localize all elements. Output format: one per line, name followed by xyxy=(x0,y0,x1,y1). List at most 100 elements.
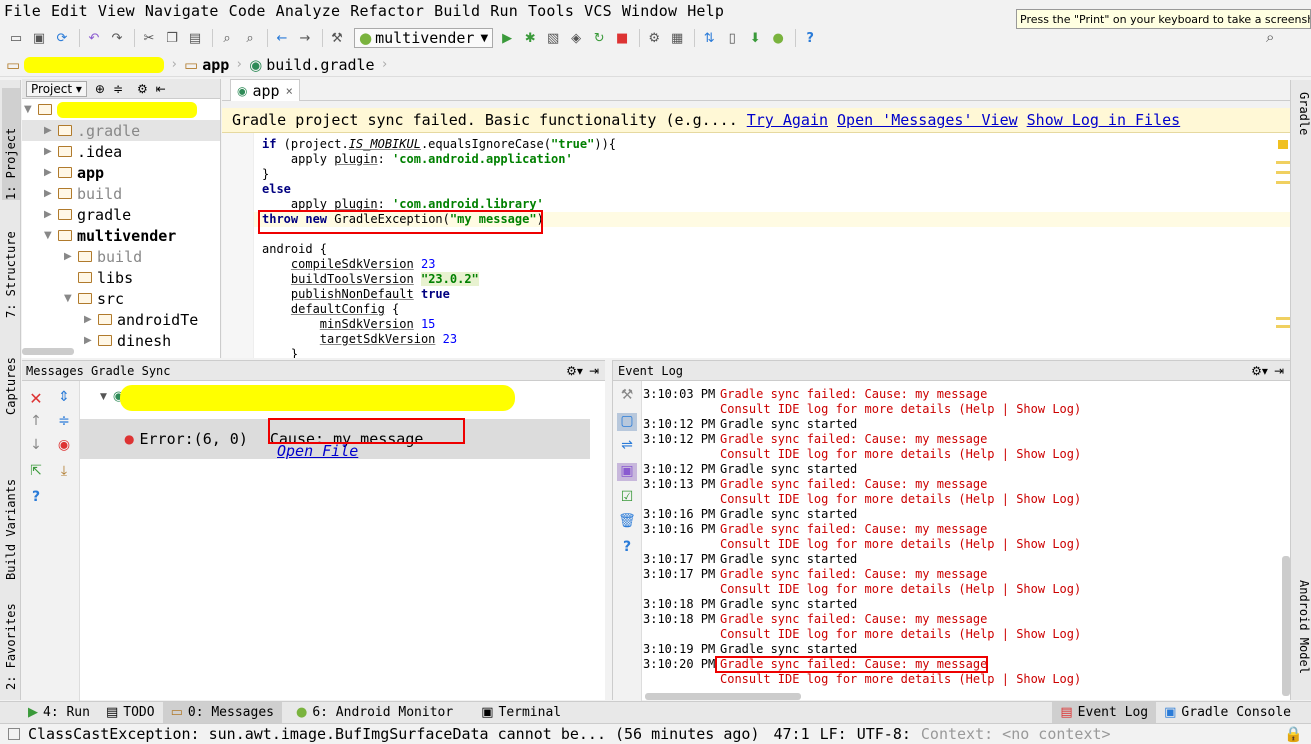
paste-icon[interactable]: ▤ xyxy=(185,29,205,47)
menu-code[interactable]: Code xyxy=(229,2,266,20)
export-icon[interactable]: ⇱ xyxy=(26,463,46,481)
help-icon[interactable]: ? xyxy=(800,29,820,47)
arrow-up-icon[interactable]: ↑ xyxy=(26,413,46,431)
gear-icon[interactable]: ⚙ xyxy=(137,82,148,96)
scroll-marker[interactable] xyxy=(1276,181,1290,184)
close-icon[interactable]: ✕ xyxy=(26,389,46,408)
scroll-marker[interactable] xyxy=(1276,317,1290,320)
debug-icon[interactable]: ✱ xyxy=(520,29,540,47)
open-file-link[interactable]: Open File xyxy=(277,442,358,460)
editor-tab-app[interactable]: ◉ app × xyxy=(230,79,300,101)
hide-panel-icon[interactable]: ⇥ xyxy=(1274,364,1284,378)
menu-help[interactable]: Help xyxy=(687,2,724,20)
expand-all-icon[interactable]: ⇕ xyxy=(54,389,74,407)
tab-run[interactable]: ▶ 4: Run xyxy=(20,702,98,724)
stop-icon[interactable]: ■ xyxy=(612,29,632,47)
gear-icon[interactable]: ⚙▾ xyxy=(1251,364,1268,378)
avd-manager-icon[interactable]: ▯ xyxy=(722,29,742,47)
breadcrumb-file[interactable]: ◉ build.gradle xyxy=(249,56,374,74)
project-structure-icon[interactable]: ▦ xyxy=(667,29,687,47)
menu-run[interactable]: Run xyxy=(490,2,518,20)
tree-item[interactable]: ▶ .gradle xyxy=(22,120,220,141)
menu-analyze[interactable]: Analyze xyxy=(276,2,341,20)
hide-panel-icon[interactable]: ⇥ xyxy=(589,364,599,378)
status-message[interactable]: ClassCastException: sun.awt.image.BufImg… xyxy=(28,725,760,743)
hide-panel-icon[interactable]: ⇤ xyxy=(156,82,166,96)
forward-icon[interactable]: → xyxy=(295,29,315,47)
coverage-icon[interactable]: ▧ xyxy=(543,29,563,47)
tab-android-monitor[interactable]: ● 6: Android Monitor xyxy=(288,702,461,724)
attach-debugger-icon[interactable]: ◈ xyxy=(566,29,586,47)
copy-icon[interactable]: ❐ xyxy=(162,29,182,47)
tab-gradle-console[interactable]: ▣ Gradle Console xyxy=(1156,702,1299,724)
tab-structure[interactable]: 7: Structure xyxy=(2,208,20,318)
tree-item[interactable]: ▼ src xyxy=(22,288,220,309)
settings-icon[interactable]: ⚙ xyxy=(644,29,664,47)
breadcrumb-module[interactable]: ▭ app xyxy=(184,56,229,74)
menu-tools[interactable]: Tools xyxy=(528,2,574,20)
run-icon[interactable]: ▶ xyxy=(497,29,517,47)
scroll-marker[interactable] xyxy=(1276,171,1290,174)
lock-icon[interactable]: 🔒 xyxy=(1284,725,1303,743)
tab-messages[interactable]: ▭ 0: Messages xyxy=(162,701,282,724)
find-icon[interactable]: ⌕ xyxy=(217,29,237,47)
tab-terminal[interactable]: ▣ Terminal xyxy=(473,702,569,724)
help-icon[interactable]: ? xyxy=(617,539,637,557)
soft-wrap-icon[interactable]: ⇌ xyxy=(617,437,637,455)
tab-build-variants[interactable]: Build Variants xyxy=(2,450,20,580)
event-log-vertical-scrollbar[interactable] xyxy=(1282,556,1290,696)
redo-icon[interactable]: ↷ xyxy=(107,29,127,47)
try-again-link[interactable]: Try Again xyxy=(747,111,828,129)
tree-item[interactable]: ▶ gradle xyxy=(22,204,220,225)
warning-marker[interactable] xyxy=(1278,140,1288,149)
context-indicator[interactable]: Context: <no context> xyxy=(921,725,1111,743)
menu-edit[interactable]: Edit xyxy=(51,2,88,20)
show-errors-icon[interactable]: ◉ xyxy=(54,437,74,455)
menu-build[interactable]: Build xyxy=(434,2,480,20)
tree-item[interactable]: ▶ build xyxy=(22,246,220,267)
menu-navigate[interactable]: Navigate xyxy=(145,2,219,20)
project-horizontal-scrollbar[interactable] xyxy=(22,348,74,355)
menu-file[interactable]: File xyxy=(4,2,41,20)
tab-favorites[interactable]: 2: Favorites xyxy=(2,603,20,690)
menu-refactor[interactable]: Refactor xyxy=(350,2,424,20)
download-icon[interactable]: ⤓ xyxy=(54,463,74,481)
tree-item[interactable]: libs xyxy=(22,267,220,288)
collapse-all-icon[interactable]: ≑ xyxy=(113,82,123,96)
tree-item[interactable]: ▶ app xyxy=(22,162,220,183)
rerun-icon[interactable]: ↻ xyxy=(589,29,609,47)
file-encoding[interactable]: UTF-8: xyxy=(857,725,911,743)
close-icon[interactable]: × xyxy=(286,84,293,98)
line-separator[interactable]: LF: xyxy=(820,725,847,743)
search-everywhere-icon[interactable]: ⌕ xyxy=(1266,28,1274,46)
gear-icon[interactable]: ⚙▾ xyxy=(566,364,583,378)
mark-read-icon[interactable]: ☑ xyxy=(617,489,637,507)
menu-window[interactable]: Window xyxy=(622,2,677,20)
tree-item[interactable]: ▼ multivender xyxy=(22,225,220,246)
menu-vcs[interactable]: VCS xyxy=(584,2,612,20)
build-hammer-icon[interactable]: ⚒ xyxy=(327,29,347,47)
menu-view[interactable]: View xyxy=(98,2,135,20)
tree-root[interactable]: ▼ xyxy=(22,99,220,120)
save-all-icon[interactable]: ▣ xyxy=(29,29,49,47)
balloon-icon[interactable]: ▢ xyxy=(617,413,637,431)
undo-icon[interactable]: ↶ xyxy=(84,29,104,47)
tree-item[interactable]: ▶ build xyxy=(22,183,220,204)
tree-item[interactable]: ▶ androidTe xyxy=(22,309,220,330)
code-editor[interactable]: if (project.IS_MOBIKUL.equalsIgnoreCase(… xyxy=(222,133,1290,358)
android-device-monitor-icon[interactable]: ● xyxy=(768,29,788,47)
trash-icon[interactable]: 🗑 xyxy=(617,513,637,531)
tab-project[interactable]: 1: Project xyxy=(2,88,20,200)
run-configuration-select[interactable]: ● multivender ▼ xyxy=(354,28,494,48)
open-messages-view-link[interactable]: Open 'Messages' View xyxy=(837,111,1018,129)
sync-icon[interactable]: ⟳ xyxy=(52,29,72,47)
show-log-link[interactable]: Show Log in Files xyxy=(1027,111,1181,129)
help-icon[interactable]: ? xyxy=(26,489,46,507)
target-icon[interactable]: ⊕ xyxy=(95,82,105,96)
tab-event-log[interactable]: ▤ Event Log xyxy=(1052,701,1157,724)
replace-icon[interactable]: ⌕ xyxy=(240,29,260,47)
scroll-marker[interactable] xyxy=(1276,325,1290,328)
tab-captures[interactable]: Captures xyxy=(2,345,20,415)
sdk-manager-icon[interactable]: ⬇ xyxy=(745,29,765,47)
tree-item[interactable]: ▶ .idea xyxy=(22,141,220,162)
